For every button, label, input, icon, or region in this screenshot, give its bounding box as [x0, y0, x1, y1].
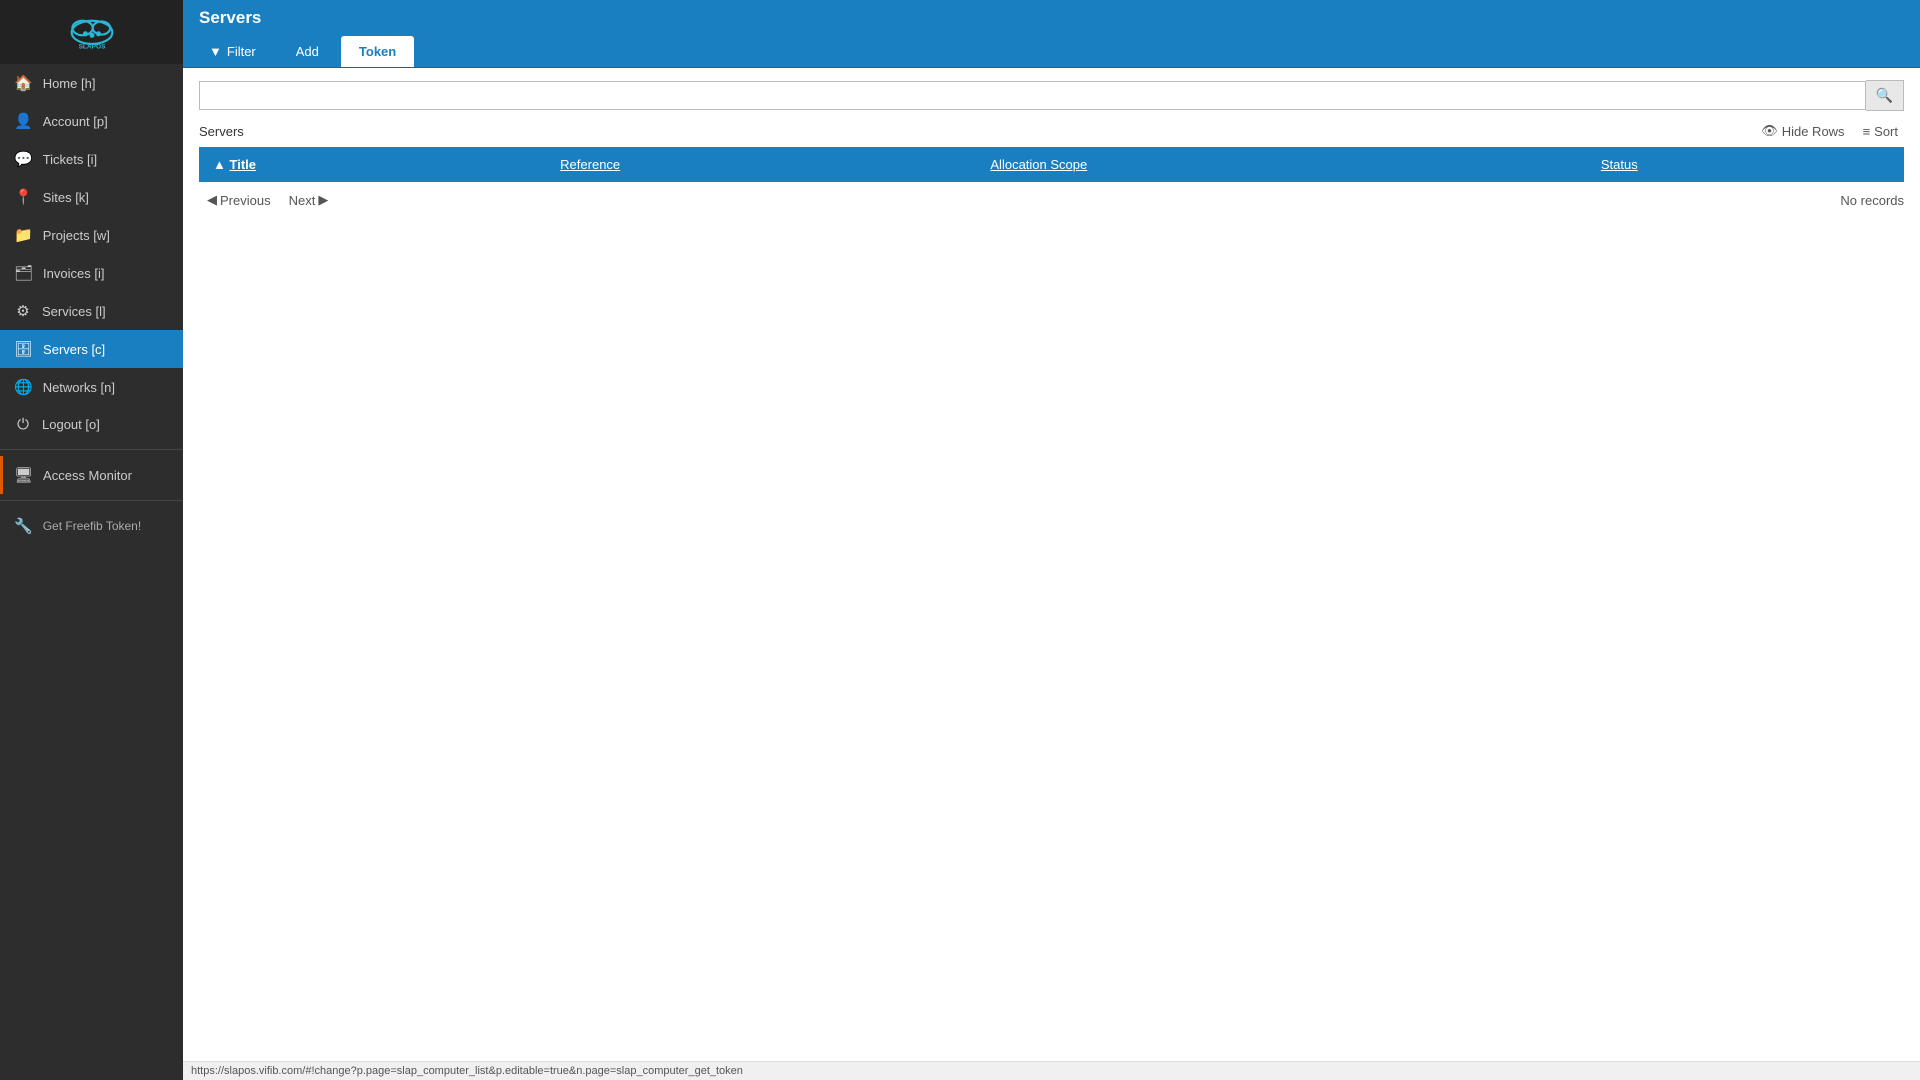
get-token-icon: 🔧: [14, 517, 33, 535]
sidebar-item-sites[interactable]: 📍 Sites [k]: [0, 178, 183, 216]
sidebar-item-sites-label: Sites [k]: [43, 190, 89, 205]
no-records-message: No records: [1840, 193, 1904, 208]
svg-text:SLAPOS: SLAPOS: [78, 43, 105, 50]
previous-icon: ◀: [207, 192, 217, 208]
previous-button[interactable]: ◀ Previous: [199, 188, 279, 212]
col-allocation-scope[interactable]: Allocation Scope: [976, 147, 1586, 182]
sidebar-item-account[interactable]: 👤 Account [p]: [0, 102, 183, 140]
sidebar-divider: [0, 449, 183, 450]
pagination-row: ◀ Previous Next ▶ No records: [199, 188, 1904, 212]
sidebar-get-token-label: Get Freefib Token!: [43, 519, 142, 533]
tickets-icon: 💬: [14, 150, 33, 168]
logout-icon: ⏻: [14, 416, 32, 433]
sidebar-item-networks-label: Networks [n]: [43, 380, 115, 395]
data-table: ▲ Title Reference Allocation Scope Statu…: [199, 147, 1904, 182]
sidebar-item-account-label: Account [p]: [43, 114, 108, 129]
next-label: Next: [289, 193, 316, 208]
invoices-icon: 🗂: [14, 264, 33, 282]
sidebar-item-logout-label: Logout [o]: [42, 417, 100, 432]
table-label: Servers: [199, 124, 244, 139]
sidebar-item-services[interactable]: ⚙ Services [l]: [0, 292, 183, 330]
search-icon: 🔍: [1876, 87, 1893, 103]
page-title: Servers: [199, 8, 261, 27]
sidebar-item-invoices[interactable]: 🗂 Invoices [i]: [0, 254, 183, 292]
tab-bar: ▼ Filter Add Token: [183, 36, 1920, 68]
sidebar-item-access-monitor[interactable]: 🖥 Access Monitor: [0, 456, 183, 494]
main-content: Servers ▼ Filter Add Token 🔍 Servers 👁 H…: [183, 0, 1920, 1080]
sidebar-item-projects[interactable]: 📁 Projects [w]: [0, 216, 183, 254]
tab-add-label: Add: [296, 44, 319, 59]
sidebar-item-servers-label: Servers [c]: [43, 342, 105, 357]
home-icon: 🏠: [14, 74, 33, 92]
sidebar-item-projects-label: Projects [w]: [43, 228, 110, 243]
table-toolbar: Servers 👁 Hide Rows ≡ Sort: [199, 119, 1904, 143]
sidebar: SLAPOS 🏠 Home [h] 👤 Account [p] 💬 Ticket…: [0, 0, 183, 1080]
sidebar-item-logout[interactable]: ⏻ Logout [o]: [0, 406, 183, 443]
projects-icon: 📁: [14, 226, 33, 244]
col-allocation-scope-link[interactable]: Allocation Scope: [990, 157, 1087, 172]
col-title[interactable]: ▲ Title: [199, 147, 546, 182]
table-toolbar-right: 👁 Hide Rows ≡ Sort: [1755, 119, 1904, 143]
tab-add[interactable]: Add: [278, 36, 337, 67]
tab-token-label: Token: [359, 44, 396, 59]
sidebar-item-services-label: Services [l]: [42, 304, 106, 319]
sidebar-divider-2: [0, 500, 183, 501]
sidebar-item-tickets-label: Tickets [i]: [43, 152, 97, 167]
page-header: Servers: [183, 0, 1920, 36]
sidebar-item-get-token[interactable]: 🔧 Get Freefib Token!: [0, 507, 183, 545]
previous-label: Previous: [220, 193, 271, 208]
status-url: https://slapos.vifib.com/#!change?p.page…: [191, 1065, 743, 1077]
sidebar-item-home-label: Home [h]: [43, 76, 96, 91]
tab-token[interactable]: Token: [341, 36, 414, 67]
search-input[interactable]: [199, 81, 1866, 110]
slapos-logo: SLAPOS: [62, 12, 122, 52]
hide-rows-icon: 👁: [1761, 123, 1778, 139]
status-bar: https://slapos.vifib.com/#!change?p.page…: [183, 1061, 1920, 1080]
col-status-link[interactable]: Status: [1601, 157, 1638, 172]
networks-icon: 🌐: [14, 378, 33, 396]
search-button[interactable]: 🔍: [1866, 80, 1904, 111]
sidebar-item-invoices-label: Invoices [i]: [43, 266, 104, 281]
sort-icon: ≡: [1863, 124, 1871, 139]
col-status[interactable]: Status: [1587, 147, 1904, 182]
col-reference[interactable]: Reference: [546, 147, 976, 182]
services-icon: ⚙: [14, 302, 32, 320]
sidebar-item-home[interactable]: 🏠 Home [h]: [0, 64, 183, 102]
sidebar-item-tickets[interactable]: 💬 Tickets [i]: [0, 140, 183, 178]
pagination-buttons: ◀ Previous Next ▶: [199, 188, 336, 212]
tab-filter-label: Filter: [227, 44, 256, 59]
sidebar-item-networks[interactable]: 🌐 Networks [n]: [0, 368, 183, 406]
hide-rows-label: Hide Rows: [1782, 124, 1845, 139]
content-area: 🔍 Servers 👁 Hide Rows ≡ Sort ▲: [183, 68, 1920, 1061]
table-header: ▲ Title Reference Allocation Scope Statu…: [199, 147, 1904, 182]
sidebar-access-monitor-label: Access Monitor: [43, 468, 132, 483]
sort-button[interactable]: ≡ Sort: [1857, 120, 1904, 143]
account-icon: 👤: [14, 112, 33, 130]
tab-filter[interactable]: ▼ Filter: [191, 36, 274, 67]
hide-rows-button[interactable]: 👁 Hide Rows: [1755, 119, 1850, 143]
sites-icon: 📍: [14, 188, 33, 206]
col-title-link[interactable]: Title: [230, 157, 257, 172]
sort-label: Sort: [1874, 124, 1898, 139]
logo-area: SLAPOS: [0, 0, 183, 64]
search-bar-row: 🔍: [199, 80, 1904, 111]
next-button[interactable]: Next ▶: [281, 188, 337, 212]
sidebar-nav: 🏠 Home [h] 👤 Account [p] 💬 Tickets [i] 📍…: [0, 64, 183, 443]
access-monitor-icon: 🖥: [14, 466, 33, 484]
servers-icon: 🗄: [14, 340, 33, 358]
filter-icon: ▼: [209, 44, 222, 59]
next-icon: ▶: [318, 192, 328, 208]
table-header-row: ▲ Title Reference Allocation Scope Statu…: [199, 147, 1904, 182]
sidebar-item-servers[interactable]: 🗄 Servers [c]: [0, 330, 183, 368]
sort-asc-icon: ▲: [213, 157, 226, 172]
col-reference-link[interactable]: Reference: [560, 157, 620, 172]
